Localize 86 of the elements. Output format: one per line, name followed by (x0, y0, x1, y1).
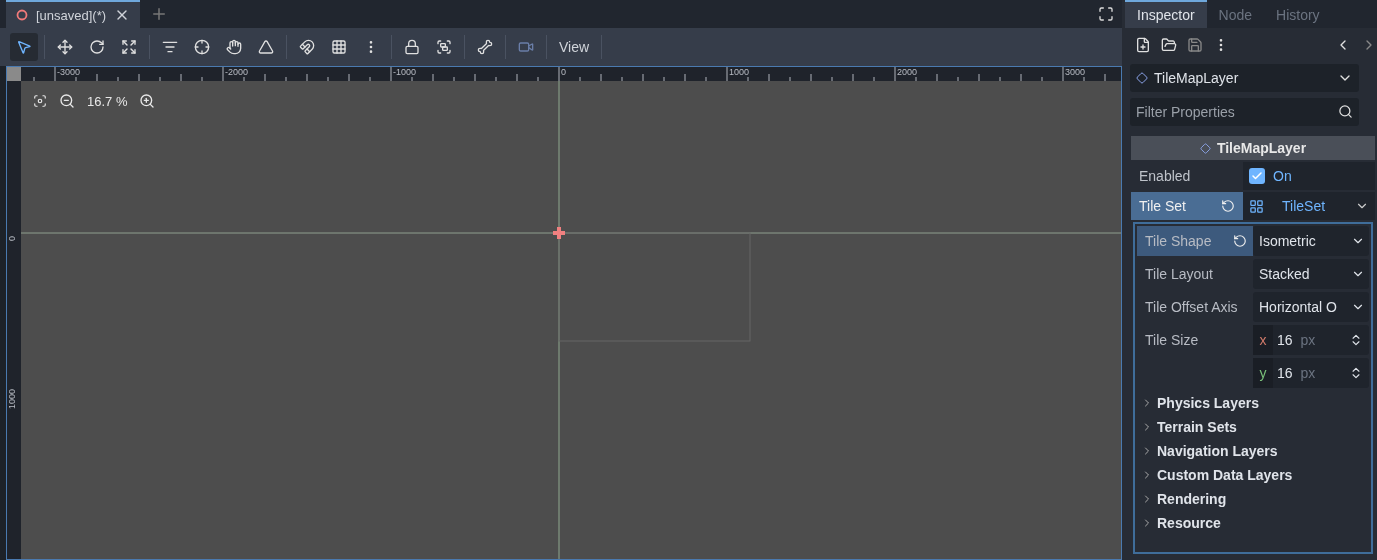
dropdown[interactable]: Horizontal O (1253, 292, 1369, 322)
property-name: Tile Size (1145, 332, 1199, 348)
revert-icon[interactable] (1221, 199, 1235, 213)
property-name: Tile Offset Axis (1145, 299, 1238, 315)
ruler-label: -2000 (225, 67, 249, 77)
crosshair-icon (194, 39, 210, 55)
resource-name: TileSet (1282, 198, 1327, 214)
ruler-label: 0 (561, 67, 566, 77)
view-menu[interactable]: View (551, 35, 598, 59)
move-icon (57, 39, 73, 55)
group-label: Terrain Sets (1157, 419, 1237, 435)
tilemap-icon (1136, 72, 1148, 84)
ruler-corner (7, 67, 21, 81)
save-icon[interactable] (1187, 37, 1203, 53)
unit-label: px (1300, 365, 1317, 381)
filter-field[interactable]: Filter Properties (1130, 98, 1359, 126)
ruler-label: 0 (7, 236, 17, 241)
ruler-label: 1000 (7, 388, 17, 409)
property-name: Tile Set (1139, 198, 1186, 214)
dropdown-value: Stacked (1259, 266, 1310, 282)
lock-icon (404, 39, 420, 55)
property-group[interactable]: Navigation Layers (1137, 439, 1369, 463)
folder-icon[interactable] (1161, 37, 1177, 53)
number-field[interactable]: y 16 px (1253, 358, 1369, 388)
grid-icon (331, 39, 347, 55)
group-label: Resource (1157, 515, 1221, 531)
ruler-label: 1000 (729, 67, 750, 77)
arrow-pointer-tool[interactable] (10, 33, 38, 61)
zoom-out-icon[interactable] (59, 93, 75, 109)
checkbox[interactable] (1249, 168, 1265, 184)
dropdown-value: Horizontal O (1259, 299, 1337, 315)
fullscreen-icon[interactable] (1098, 6, 1114, 22)
number-value: 16 (1277, 332, 1293, 348)
property-group[interactable]: Rendering (1137, 487, 1369, 511)
axis-label: x (1253, 325, 1273, 355)
zoom-in-icon[interactable] (139, 93, 156, 109)
check-icon (1251, 170, 1263, 182)
group-icon (436, 39, 452, 55)
rotate-icon (89, 39, 105, 55)
origin-cross-icon (553, 227, 565, 239)
group-label: Navigation Layers (1157, 443, 1278, 459)
hand-icon (226, 39, 242, 55)
ruler-label: -3000 (57, 67, 81, 77)
ruler-label: 3000 (1065, 67, 1086, 77)
group-label: Custom Data Layers (1157, 467, 1293, 483)
bone-icon (477, 39, 493, 55)
zoom-level[interactable]: 16.7 % (87, 93, 128, 109)
arrow-pointer-icon (16, 39, 32, 55)
dropdown-value: Isometric (1259, 233, 1316, 249)
camera-icon (518, 39, 534, 55)
property-name: Tile Shape (1145, 233, 1212, 249)
node-selector[interactable]: TileMapLayer (1130, 64, 1359, 92)
property-group[interactable]: Resource (1137, 511, 1369, 535)
group-label: Rendering (1157, 491, 1227, 507)
tilemap-icon (1199, 142, 1211, 154)
search-icon (1338, 104, 1353, 119)
center-view-icon[interactable] (33, 94, 47, 108)
property-label: Enabled (1138, 167, 1192, 186)
dropdown[interactable]: Stacked (1253, 259, 1369, 289)
canvas-viewport[interactable]: 16.7 % (21, 81, 1121, 559)
property-group[interactable]: Custom Data Layers (1137, 463, 1369, 487)
circle-icon (16, 9, 28, 21)
revert-icon[interactable] (1233, 234, 1247, 248)
number-field[interactable]: x 16 px (1253, 325, 1369, 355)
resource-picker[interactable]: TileSet (1243, 192, 1375, 220)
group-label: Physics Layers (1157, 395, 1259, 411)
unit-label: px (1300, 332, 1317, 348)
property-group[interactable]: Physics Layers (1137, 391, 1369, 415)
dock-tab[interactable]: Inspector (1125, 0, 1207, 28)
ruler-label: 2000 (897, 67, 918, 77)
tab-label: [unsaved](*) (36, 7, 107, 23)
number-value: 16 (1277, 365, 1293, 381)
new-file-icon[interactable] (1135, 37, 1151, 53)
ruler-label: -1000 (393, 67, 417, 77)
node-type: TileMapLayer (1154, 70, 1240, 86)
dropdown[interactable]: Isometric (1253, 226, 1369, 256)
property-name: Tile Layout (1145, 266, 1213, 282)
tileset-icon (1249, 198, 1264, 214)
checkbox-value: On (1273, 168, 1292, 184)
triangle-ruler-icon (258, 39, 274, 55)
property-group[interactable]: Terrain Sets (1137, 415, 1369, 439)
magnet-icon (299, 39, 315, 55)
expand-arrows-icon (121, 39, 137, 55)
scene-tab[interactable]: [unsaved](*) (6, 0, 141, 28)
section-title: TileMapLayer (1216, 140, 1307, 156)
axis-label: y (1253, 358, 1273, 388)
